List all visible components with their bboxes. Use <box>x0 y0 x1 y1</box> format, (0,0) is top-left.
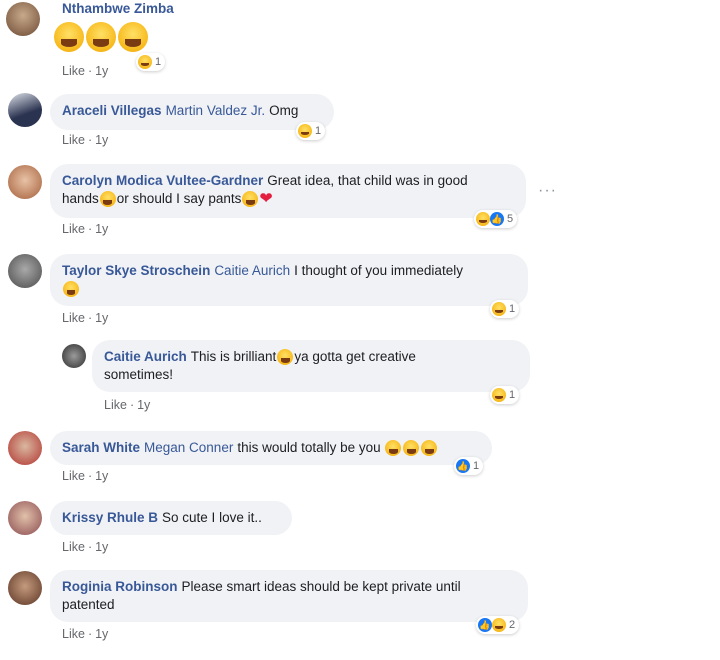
comment-meta: Like · 1y <box>104 398 151 412</box>
comment-author[interactable]: Sarah White <box>62 440 140 455</box>
avatar[interactable] <box>8 431 42 465</box>
comment-author[interactable]: Araceli Villegas <box>62 103 162 118</box>
timestamp[interactable]: 1y <box>95 540 108 554</box>
mention-link[interactable]: Megan Conner <box>144 440 233 455</box>
reaction-summary[interactable]: 1 <box>454 457 484 475</box>
emoji-row <box>54 22 150 52</box>
reaction-summary[interactable]: 2 <box>476 616 520 634</box>
comment-author[interactable]: Caitie Aurich <box>104 349 187 364</box>
comment-meta: Like · 1y <box>62 133 109 147</box>
like-reaction-icon <box>456 459 470 473</box>
timestamp[interactable]: 1y <box>95 627 108 641</box>
comment-text: I thought of you immediately <box>294 263 463 278</box>
avatar[interactable] <box>8 165 42 199</box>
comment-text: Great idea, that child was in good <box>267 173 468 188</box>
reaction-summary[interactable]: 1 <box>490 300 520 318</box>
haha-reaction-icon <box>492 618 506 632</box>
like-link[interactable]: Like <box>62 311 85 325</box>
comment-bubble: Taylor Skye Stroschein Caitie Aurich I tho… <box>50 254 528 306</box>
laughing-emoji-icon <box>86 22 116 52</box>
timestamp[interactable]: 1y <box>95 133 108 147</box>
comment-bubble: Carolyn Modica Vultee-Gardner Great idea,… <box>50 164 526 218</box>
haha-reaction-icon <box>138 55 152 69</box>
laughing-emoji-icon <box>63 281 79 298</box>
avatar[interactable] <box>8 93 42 127</box>
haha-reaction-icon <box>492 388 506 402</box>
mention-link[interactable]: Caitie Aurich <box>214 263 290 278</box>
comment-text: ya gotta get creative <box>294 349 416 364</box>
haha-reaction-icon <box>492 302 506 316</box>
comment-author[interactable]: Carolyn Modica Vultee-Gardner <box>62 173 263 188</box>
laughing-emoji-icon <box>54 22 84 52</box>
comment-bubble: Roginia Robinson Please smart ideas shoul… <box>50 570 528 622</box>
like-link[interactable]: Like <box>62 133 85 147</box>
comment-author[interactable]: Nthambwe Zimba <box>62 1 174 16</box>
comment-bubble: Araceli Villegas Martin Valdez Jr. Omg <box>50 94 334 130</box>
timestamp[interactable]: 1y <box>95 222 108 236</box>
mention-link[interactable]: Martin Valdez Jr. <box>166 103 266 118</box>
reaction-summary[interactable]: 1 <box>490 386 520 404</box>
avatar[interactable] <box>8 571 42 605</box>
avatar[interactable] <box>8 254 42 288</box>
timestamp[interactable]: 1y <box>95 469 108 483</box>
comment-meta: Like · 1y <box>62 540 109 554</box>
comment-text: sometimes! <box>104 367 174 382</box>
avatar[interactable] <box>62 344 86 368</box>
laughing-emoji-icon <box>118 22 148 52</box>
comment-text: This is brilliant <box>190 349 277 364</box>
comment-author[interactable]: Taylor Skye Stroschein <box>62 263 210 278</box>
like-link[interactable]: Like <box>62 627 85 641</box>
heart-emoji-icon: ❤ <box>259 190 273 208</box>
comment-meta: Like · 1y <box>62 311 109 325</box>
timestamp[interactable]: 1y <box>137 398 150 412</box>
haha-reaction-icon <box>298 124 312 138</box>
comment-author[interactable]: Roginia Robinson <box>62 579 178 594</box>
comment-meta: Like · 1y <box>62 627 109 641</box>
reaction-summary[interactable]: 5 <box>474 210 518 228</box>
like-link[interactable]: Like <box>62 64 85 78</box>
comment-meta: Like · 1y <box>62 222 109 236</box>
comment-bubble: Sarah White Megan Conner this would totall… <box>50 431 492 465</box>
comment-text: Please smart ideas should be kept privat… <box>181 579 461 594</box>
laughing-emoji-icon <box>421 440 438 457</box>
comment-bubble: Caitie Aurich This is brilliant ya gotta g… <box>92 340 530 392</box>
laughing-emoji-icon <box>403 440 420 457</box>
like-link[interactable]: Like <box>62 469 85 483</box>
comment-author[interactable]: Krissy Rhule B <box>62 510 158 525</box>
comment-text: or should I say pants <box>116 191 242 206</box>
like-reaction-icon <box>478 618 492 632</box>
reaction-summary[interactable]: 1 <box>136 53 166 71</box>
comment-text: hands <box>62 191 99 206</box>
avatar[interactable] <box>8 501 42 535</box>
comment-bubble: Krissy Rhule B So cute I love it.. <box>50 501 292 535</box>
timestamp[interactable]: 1y <box>95 311 108 325</box>
laughing-emoji-icon <box>277 349 294 366</box>
like-link[interactable]: Like <box>104 398 127 412</box>
more-options-icon[interactable]: ··· <box>538 182 557 200</box>
reaction-summary[interactable]: 1 <box>296 122 326 140</box>
comment-meta: Like · 1y <box>62 469 109 483</box>
comment-meta: Like · 1y <box>62 64 109 78</box>
comment-text: Omg <box>269 103 299 118</box>
laughing-emoji-icon <box>385 440 402 457</box>
like-reaction-icon <box>490 212 504 226</box>
avatar[interactable] <box>6 2 40 36</box>
haha-reaction-icon <box>476 212 490 226</box>
comment-text: this would totally be you <box>237 440 381 455</box>
timestamp[interactable]: 1y <box>95 64 108 78</box>
comment-text: patented <box>62 597 115 612</box>
like-link[interactable]: Like <box>62 540 85 554</box>
rofl-emoji-icon <box>242 191 259 208</box>
comment-text: So cute I love it.. <box>162 510 262 525</box>
grin-emoji-icon <box>99 191 116 208</box>
like-link[interactable]: Like <box>62 222 85 236</box>
